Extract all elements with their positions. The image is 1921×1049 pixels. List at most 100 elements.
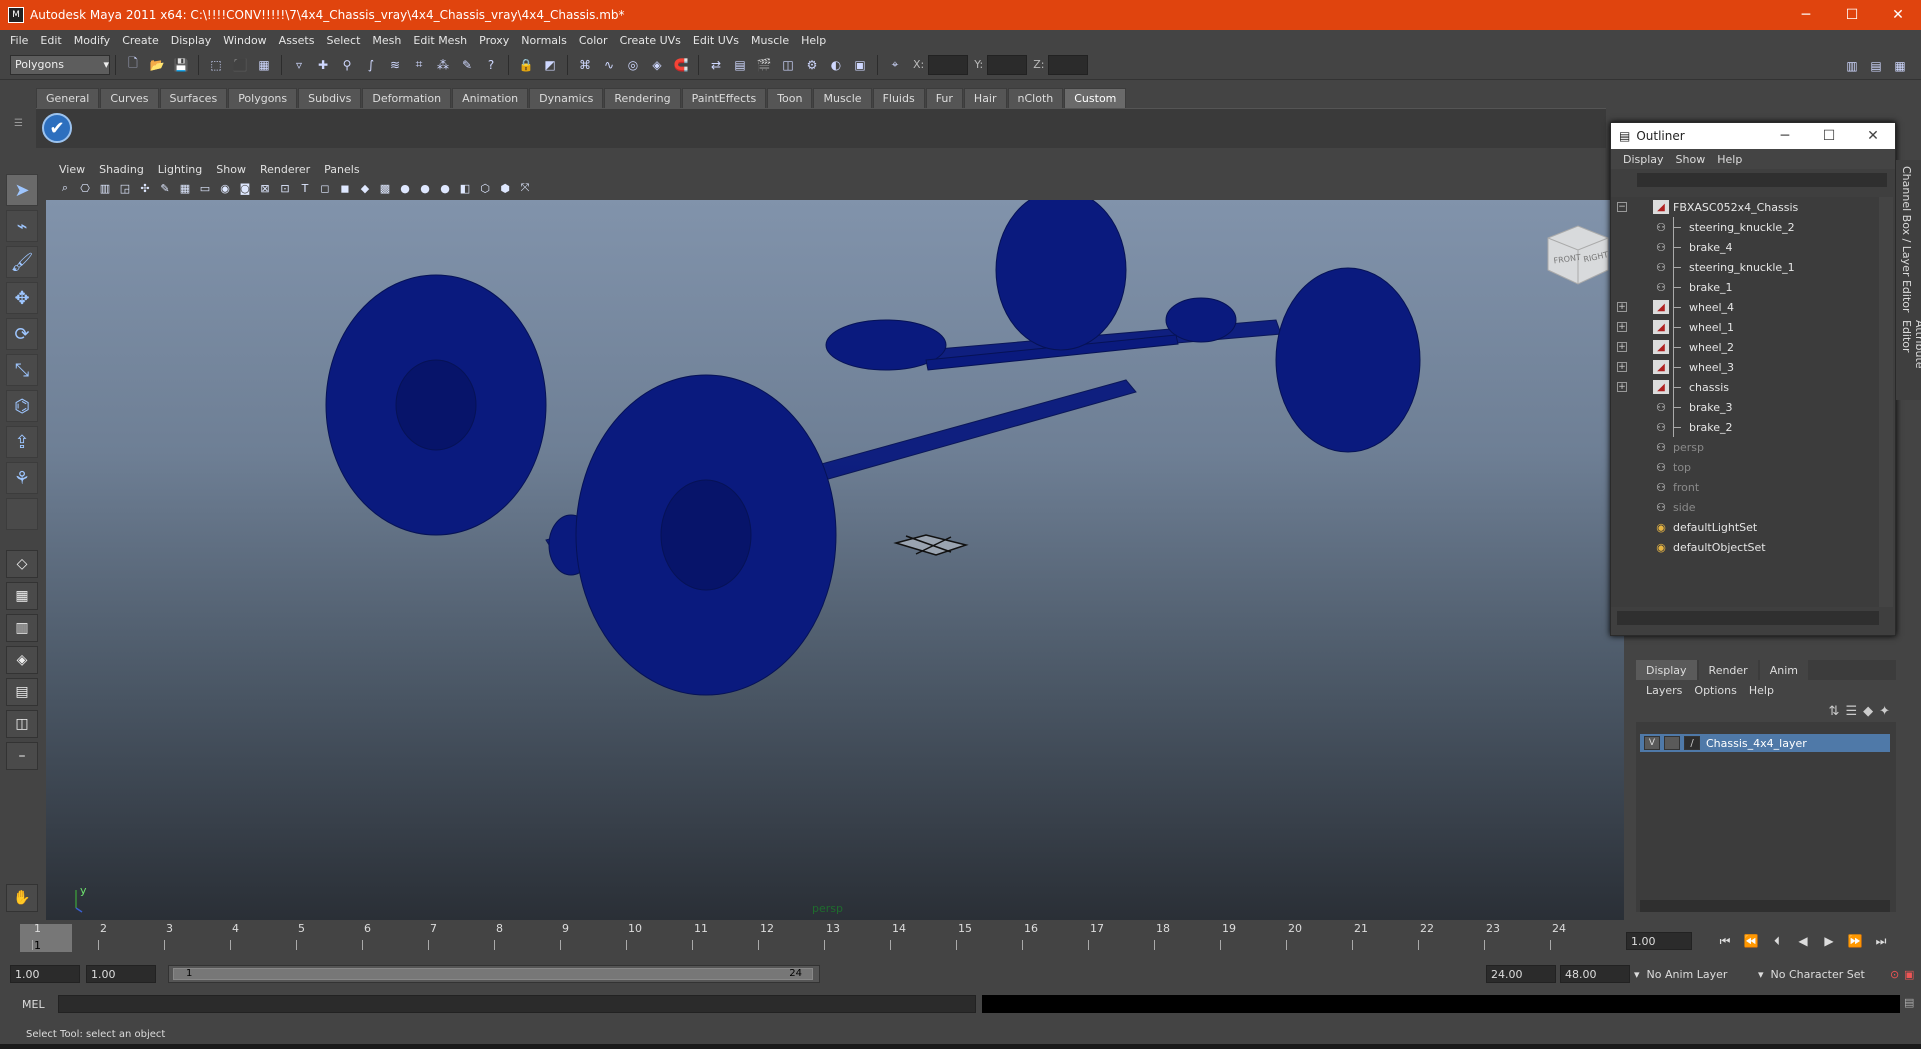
layer-row[interactable]: V / Chassis_4x4_layer <box>1640 734 1890 752</box>
auto-key-icon[interactable]: ⊙ <box>1890 965 1899 983</box>
current-frame-field[interactable]: 1.00 <box>1626 932 1692 950</box>
perspective-viewport[interactable]: FRONT RIGHT y persp <box>46 200 1624 920</box>
select-handles-icon[interactable]: ✚ <box>313 55 333 75</box>
preferences-icon[interactable]: ▣ <box>1904 965 1914 983</box>
outliner-item[interactable]: ⚇ front <box>1611 477 1879 497</box>
outliner-item[interactable]: + ◢ wheel_3 <box>1611 357 1879 377</box>
range-bar[interactable]: 1 24 <box>168 965 820 983</box>
xray-icon[interactable]: ⬡ <box>476 180 494 196</box>
tab-attribute-editor[interactable]: Attribute Editor <box>1900 320 1921 400</box>
hypershade-icon[interactable]: ◐ <box>826 55 846 75</box>
custom-shelf-tool-icon[interactable]: ✔ <box>42 113 72 143</box>
expand-toggle-icon[interactable]: + <box>1617 322 1627 332</box>
panel-menu-show[interactable]: Show <box>209 163 253 176</box>
panel-menu-view[interactable]: View <box>52 163 92 176</box>
z-field[interactable] <box>1048 54 1089 75</box>
select-joints-icon[interactable]: ⚲ <box>337 55 357 75</box>
play-forwards-icon[interactable]: ▶ <box>1816 934 1842 948</box>
y-field[interactable] <box>987 54 1028 75</box>
checker-icon[interactable]: ▩ <box>376 180 394 196</box>
outliner-item[interactable]: ⚇ steering_knuckle_1 <box>1611 257 1879 277</box>
shelf-tab-custom[interactable]: Custom <box>1064 88 1127 108</box>
bookmarks-icon[interactable]: ▥ <box>96 180 114 196</box>
shelf-menu-icon[interactable]: ☰ <box>14 118 28 148</box>
four-view-layout-icon[interactable]: ▦ <box>6 582 38 610</box>
select-component-icon[interactable]: ▦ <box>254 55 274 75</box>
lock-selection-icon[interactable]: 🔒 <box>516 55 536 75</box>
layer-editor-scrollbar[interactable] <box>1640 900 1890 912</box>
minimize-button[interactable]: ─ <box>1783 0 1829 30</box>
layer-menu-layers[interactable]: Layers <box>1640 684 1688 697</box>
create-empty-layer-icon[interactable]: ◆ <box>1863 704 1873 719</box>
select-hierarchy-icon[interactable]: ⬚ <box>206 55 226 75</box>
lasso-tool-icon[interactable]: ⌁ <box>6 210 38 242</box>
outliner-item[interactable]: + ◢ chassis <box>1611 377 1879 397</box>
outliner-item[interactable]: ⚇ persp <box>1611 437 1879 457</box>
shelf-tab-deformation[interactable]: Deformation <box>362 88 452 108</box>
select-surfaces-icon[interactable]: ≋ <box>385 55 405 75</box>
animation-start-field[interactable]: 1.00 <box>10 965 80 983</box>
outliner-item[interactable]: + ◢ wheel_4 <box>1611 297 1879 317</box>
menu-create[interactable]: Create <box>116 34 165 47</box>
open-scene-icon[interactable]: 📂 <box>147 55 167 75</box>
safe-title-icon[interactable]: T <box>296 180 314 196</box>
outliner-item[interactable]: ⚇ brake_3 <box>1611 397 1879 417</box>
outliner-item[interactable]: ◉ defaultObjectSet <box>1611 537 1879 557</box>
menu-edit[interactable]: Edit <box>34 34 67 47</box>
outliner-minimize-button[interactable]: ─ <box>1763 128 1807 144</box>
outliner-item[interactable]: + ◢ wheel_1 <box>1611 317 1879 337</box>
layer-visibility-toggle[interactable]: V <box>1644 736 1660 750</box>
outliner-menu-show[interactable]: Show <box>1670 153 1712 166</box>
outliner-item[interactable]: ⚇ steering_knuckle_2 <box>1611 217 1879 237</box>
select-object-icon[interactable]: ⬛ <box>230 55 250 75</box>
menu-proxy[interactable]: Proxy <box>473 34 515 47</box>
textured-icon[interactable]: ◆ <box>356 180 374 196</box>
persp-graph-layout-icon[interactable]: ◈ <box>6 646 38 674</box>
render-settings-icon[interactable]: ⚙ <box>802 55 822 75</box>
wireframe-shading-icon[interactable]: ◻ <box>316 180 334 196</box>
panel-menu-shading[interactable]: Shading <box>92 163 151 176</box>
outliner-close-button[interactable]: ✕ <box>1851 128 1895 144</box>
layer-stack-icon[interactable]: ☰ <box>1845 704 1857 719</box>
menu-help[interactable]: Help <box>795 34 832 47</box>
select-dynamics-icon[interactable]: ⁂ <box>433 55 453 75</box>
ipr-render-icon[interactable]: ◫ <box>778 55 798 75</box>
menu-assets[interactable]: Assets <box>273 34 321 47</box>
menu-modify[interactable]: Modify <box>68 34 116 47</box>
attribute-editor-toggle-icon[interactable]: ▥ <box>1842 56 1862 76</box>
outliner-horizontal-scrollbar[interactable] <box>1617 611 1879 625</box>
shelf-tab-ncloth[interactable]: nCloth <box>1007 88 1064 108</box>
transform-mode-icon[interactable]: ⌖ <box>885 55 905 75</box>
select-tool-icon[interactable]: ➤ <box>6 174 38 206</box>
layer-menu-options[interactable]: Options <box>1688 684 1742 697</box>
select-curves-icon[interactable]: ∫ <box>361 55 381 75</box>
outliner-item[interactable]: ◉ defaultLightSet <box>1611 517 1879 537</box>
manipulator-tool-icon[interactable]: ⌬ <box>6 390 38 422</box>
playback-end-field[interactable]: 24.00 <box>1486 965 1556 983</box>
panel-menu-renderer[interactable]: Renderer <box>253 163 317 176</box>
menu-display[interactable]: Display <box>165 34 218 47</box>
outliner-item[interactable]: ⚇ top <box>1611 457 1879 477</box>
maximize-button[interactable]: ☐ <box>1829 0 1875 30</box>
layer-color-swatch-icon[interactable]: / <box>1684 736 1700 750</box>
show-manipulator-icon[interactable]: ⚘ <box>6 462 38 494</box>
resolution-gate-icon[interactable]: ◉ <box>216 180 234 196</box>
select-deformations-icon[interactable]: ⌗ <box>409 55 429 75</box>
step-forward-key-icon[interactable]: ⏩ <box>1842 934 1868 948</box>
menu-create-uvs[interactable]: Create UVs <box>614 34 687 47</box>
use-all-lights-icon[interactable]: ● <box>396 180 414 196</box>
menu-edit-uvs[interactable]: Edit UVs <box>687 34 745 47</box>
shelf-tab-painteffects[interactable]: PaintEffects <box>681 88 767 108</box>
save-scene-icon[interactable]: 💾 <box>171 55 191 75</box>
layout-menu-icon[interactable]: – <box>6 742 38 770</box>
soft-modification-tool-icon[interactable]: ⇪ <box>6 426 38 458</box>
camera-attributes-icon[interactable]: ⎔ <box>76 180 94 196</box>
layer-tab-anim[interactable]: Anim <box>1759 660 1808 680</box>
scale-tool-icon[interactable]: ⤡ <box>6 354 38 386</box>
anim-layer-dropdown[interactable]: ▾ No Anim Layer <box>1634 965 1727 983</box>
image-plane-icon[interactable]: ◲ <box>116 180 134 196</box>
shelf-tab-muscle[interactable]: Muscle <box>813 88 872 108</box>
outliner-maximize-button[interactable]: ☐ <box>1807 128 1851 144</box>
go-to-start-icon[interactable]: ⏮ <box>1712 934 1738 949</box>
outliner-item[interactable]: ⚇ brake_4 <box>1611 237 1879 257</box>
